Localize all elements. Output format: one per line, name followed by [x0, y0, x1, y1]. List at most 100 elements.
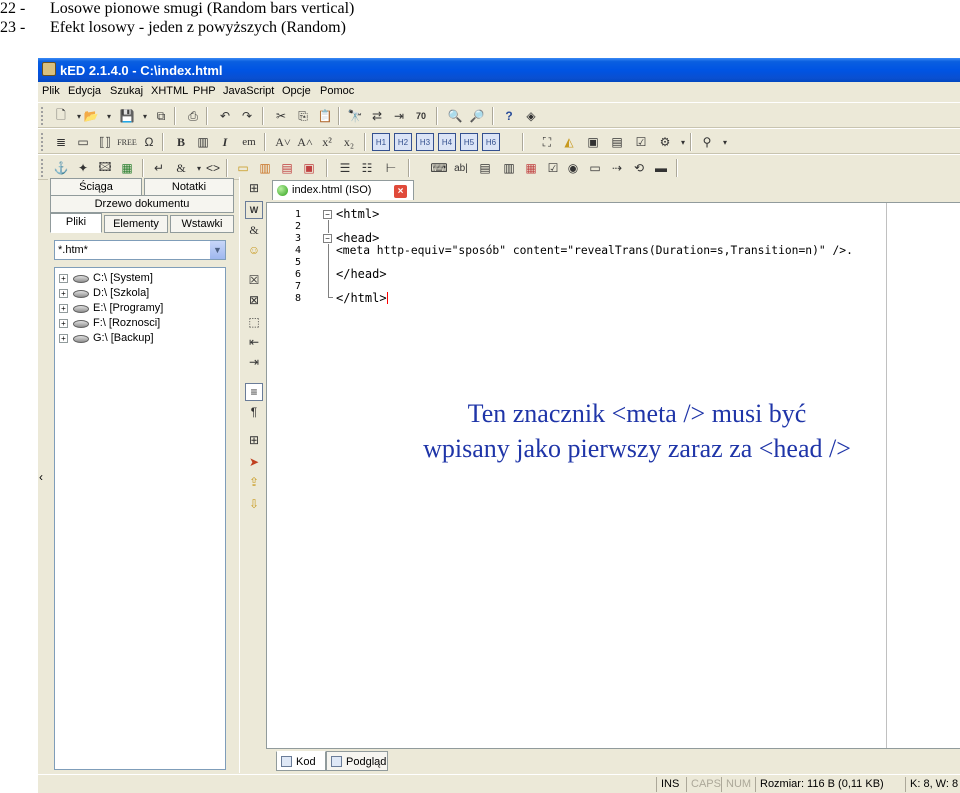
undo-icon[interactable]: ↶ [216, 107, 234, 125]
h1-button[interactable]: H1 [372, 133, 390, 151]
remove-tags-icon[interactable]: ☒ [245, 271, 263, 289]
menu-plik[interactable]: Plik [42, 85, 60, 97]
word-icon[interactable]: W [245, 201, 263, 219]
menu-php[interactable]: PHP [193, 85, 216, 97]
block-icon[interactable]: ▣ [300, 159, 318, 177]
tab-pliki[interactable]: Pliki [50, 213, 102, 233]
picture-icon[interactable]: 🖾 [96, 159, 114, 177]
select-icon[interactable]: ▥ [500, 159, 518, 177]
bracket-icon[interactable]: ⟦⟧ [96, 133, 114, 151]
close-icon[interactable]: × [394, 185, 407, 198]
plugin-icon[interactable]: ⚲ [698, 133, 716, 151]
menu-opcje[interactable]: Opcje [282, 85, 311, 97]
form-insert-icon[interactable]: ⌨ [430, 159, 448, 177]
toolbar-grip[interactable] [41, 133, 44, 151]
help-icon[interactable]: ? [500, 107, 518, 125]
zoom-out-icon[interactable]: 🔍 [446, 107, 464, 125]
h2-button[interactable]: H2 [394, 133, 412, 151]
code-editor[interactable]: 1 2 3 4 5 6 7 8 − − <html> <head> <meta … [266, 202, 960, 749]
italic-button[interactable]: I [216, 133, 234, 151]
bold-button[interactable]: B [172, 133, 190, 151]
layout-icon[interactable]: ⛶ [538, 133, 556, 151]
tab-elementy[interactable]: Elementy [104, 215, 168, 233]
em-button[interactable]: em [238, 133, 260, 151]
expand-icon[interactable]: + [59, 334, 68, 343]
ordered-list-icon[interactable]: ☰ [336, 159, 354, 177]
menu-edycja[interactable]: Edycja [68, 85, 101, 97]
indent-icon[interactable]: ⇥ [245, 353, 263, 371]
outdent-icon[interactable]: ⇤ [245, 333, 263, 351]
paste-icon[interactable]: 📋 [316, 107, 334, 125]
menu-javascript[interactable]: JavaScript [223, 85, 274, 97]
expand-icon[interactable]: + [59, 289, 68, 298]
radio-icon[interactable]: ◉ [564, 159, 582, 177]
open-folder-icon[interactable]: 📂 [82, 107, 100, 125]
special-char-icon[interactable]: Ω [140, 133, 158, 151]
entity-icon[interactable]: & [172, 159, 190, 177]
div-icon[interactable]: ▥ [256, 159, 274, 177]
form-icon[interactable]: ▤ [608, 133, 626, 151]
css-icon[interactable]: ✦ [74, 159, 92, 177]
font-bigger-icon[interactable]: A˄ [296, 133, 314, 151]
upload-icon[interactable]: ⇪ [245, 473, 263, 491]
new-file-icon[interactable]: 🗋 [52, 107, 70, 125]
tab-podglad[interactable]: Podgląd [326, 751, 388, 771]
save-icon[interactable]: 💾 [118, 107, 136, 125]
span-icon[interactable]: ▤ [278, 159, 296, 177]
select-block-icon[interactable]: ⬚ [245, 313, 263, 331]
h6-button[interactable]: H6 [482, 133, 500, 151]
expand-icon[interactable]: + [59, 274, 68, 283]
about-icon[interactable]: ◈ [522, 107, 540, 125]
tab-drzewo-dokumentu[interactable]: Drzewo dokumentu [50, 195, 234, 213]
chevron-down-icon[interactable]: ▼ [209, 241, 225, 259]
h3-button[interactable]: H3 [416, 133, 434, 151]
download-icon[interactable]: ⇩ [245, 495, 263, 513]
frame-icon[interactable]: ▣ [584, 133, 602, 151]
hidden-field-icon[interactable]: ▬ [652, 159, 670, 177]
superscript-icon[interactable]: x² [318, 133, 336, 151]
toolbar-grip[interactable] [41, 107, 44, 125]
bookmark-icon[interactable]: ➤ [245, 453, 263, 471]
menu-xhtml[interactable]: XHTML [151, 85, 188, 97]
line-break-icon[interactable]: ↵ [150, 159, 168, 177]
find-icon[interactable]: 🔭 [346, 107, 364, 125]
checkbox-icon[interactable]: ☑ [544, 159, 562, 177]
tag-icon[interactable]: <> [204, 159, 222, 177]
tab-notatki[interactable]: Notatki [144, 178, 234, 196]
expand-all-icon[interactable]: ⊞ [245, 431, 263, 449]
title-bar[interactable]: kED 2.1.4.0 - C:\index.html [38, 58, 960, 82]
word-wrap-icon[interactable]: ≡ [245, 383, 263, 401]
expand-icon[interactable]: + [59, 304, 68, 313]
image-insert-icon[interactable]: ◭ [560, 133, 578, 151]
copy-icon[interactable]: ⎘ [294, 107, 312, 125]
list-item-icon[interactable]: ⊢ [382, 159, 400, 177]
document-tab[interactable]: index.html (ISO) × [272, 180, 414, 200]
chevron-down-icon[interactable]: ▾ [100, 107, 118, 125]
submit-icon[interactable]: ⇢ [608, 159, 626, 177]
tab-kod[interactable]: Kod [276, 751, 326, 771]
hr-icon[interactable]: ▭ [234, 159, 252, 177]
button-insert-icon[interactable]: ▭ [586, 159, 604, 177]
menu-szukaj[interactable]: Szukaj [110, 85, 143, 97]
chevron-left-icon[interactable]: ‹ [39, 470, 43, 484]
font-smaller-icon[interactable]: A˅ [274, 133, 292, 151]
chevron-down-icon[interactable]: ▾ [716, 133, 734, 151]
text-field-icon[interactable]: ab| [452, 159, 470, 177]
clean-icon[interactable]: ⊠ [245, 291, 263, 309]
file-tree[interactable]: + C:\ [System] + D:\ [Szkola] + E:\ [Pro… [54, 267, 226, 770]
menu-pomoc[interactable]: Pomoc [320, 85, 354, 97]
file-filter-select[interactable]: *.htm* ▼ [54, 240, 226, 260]
reset-icon[interactable]: ⟲ [630, 159, 648, 177]
fold-toggle-icon[interactable]: − [323, 210, 332, 219]
table-icon[interactable]: ▦ [118, 159, 136, 177]
strong-icon[interactable]: ▥ [194, 133, 212, 151]
listbox-icon[interactable]: ▦ [522, 159, 540, 177]
ampersand-icon[interactable]: & [245, 221, 263, 239]
structure-icon[interactable]: ⊞ [245, 179, 263, 197]
tab-wstawki[interactable]: Wstawki [170, 215, 234, 233]
anchor-icon[interactable]: ⚓ [52, 159, 70, 177]
tab-sciaga[interactable]: Ściąga [50, 178, 142, 196]
smiley-icon[interactable]: ☺ [245, 241, 263, 259]
check-icon[interactable]: ☑ [632, 133, 650, 151]
paragraph-icon[interactable]: ≣ [52, 133, 70, 151]
